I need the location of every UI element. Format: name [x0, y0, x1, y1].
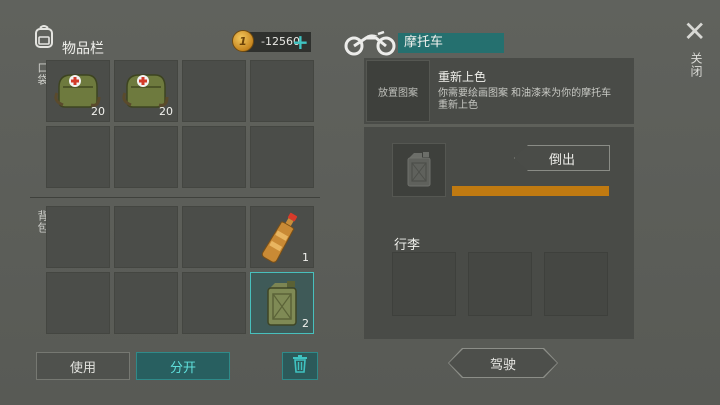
- pocket-slot[interactable]: [46, 126, 110, 188]
- trash-button[interactable]: [282, 352, 318, 380]
- luggage-label: 行李: [394, 238, 421, 253]
- fuel-bottle-icon: [261, 209, 301, 269]
- item-count: 20: [159, 105, 173, 118]
- fuel-slot[interactable]: [392, 143, 446, 197]
- close-icon[interactable]: ✕: [683, 18, 706, 46]
- backpack-slot[interactable]: [46, 206, 110, 268]
- backpack-slot-selected[interactable]: 2: [250, 272, 314, 334]
- backpack-slot[interactable]: [46, 272, 110, 334]
- luggage-slot[interactable]: [544, 252, 608, 316]
- item-count: 1: [302, 251, 309, 264]
- pocket-slot[interactable]: [182, 126, 246, 188]
- inventory-title: 物品栏: [62, 41, 104, 57]
- backpack-slot[interactable]: [182, 272, 246, 334]
- backpack-slot[interactable]: [182, 206, 246, 268]
- repaint-desc-line2: 重新上色: [438, 100, 478, 111]
- item-count: 20: [91, 105, 105, 118]
- add-coins-button[interactable]: +: [292, 32, 309, 52]
- jerrycan-outline-icon: [406, 152, 432, 192]
- pour-out-button[interactable]: 倒出: [514, 145, 610, 171]
- pocket-slot[interactable]: [182, 60, 246, 122]
- fuel-level-bar: [452, 186, 609, 196]
- vehicle-name: 摩托车: [398, 33, 504, 53]
- pocket-slot[interactable]: [114, 126, 178, 188]
- backpack-icon: [32, 24, 56, 50]
- luggage-slot[interactable]: [392, 252, 456, 316]
- item-count: 2: [302, 317, 309, 330]
- pocket-slot[interactable]: [250, 126, 314, 188]
- place-pattern-slot[interactable]: 放置图案: [366, 60, 430, 122]
- fuel-level-track: [452, 186, 609, 196]
- backpack-slot[interactable]: [114, 206, 178, 268]
- pocket-slot[interactable]: 20: [46, 60, 110, 122]
- repaint-title: 重新上色: [438, 70, 487, 84]
- motorcycle-icon: [344, 30, 396, 60]
- section-divider: [30, 197, 320, 198]
- pocket-slot[interactable]: 20: [114, 60, 178, 122]
- trash-icon: [292, 355, 308, 377]
- drive-button[interactable]: 驾驶: [449, 349, 557, 377]
- backpack-slot[interactable]: 1: [250, 206, 314, 268]
- use-button[interactable]: 使用: [36, 352, 130, 380]
- coin-icon: 1: [232, 30, 254, 52]
- split-button[interactable]: 分开: [136, 352, 230, 380]
- close-label[interactable]: 关闭: [688, 52, 705, 78]
- luggage-slot[interactable]: [468, 252, 532, 316]
- pocket-slot[interactable]: [250, 60, 314, 122]
- backpack-slot[interactable]: [114, 272, 178, 334]
- jerrycan-icon: [265, 281, 299, 331]
